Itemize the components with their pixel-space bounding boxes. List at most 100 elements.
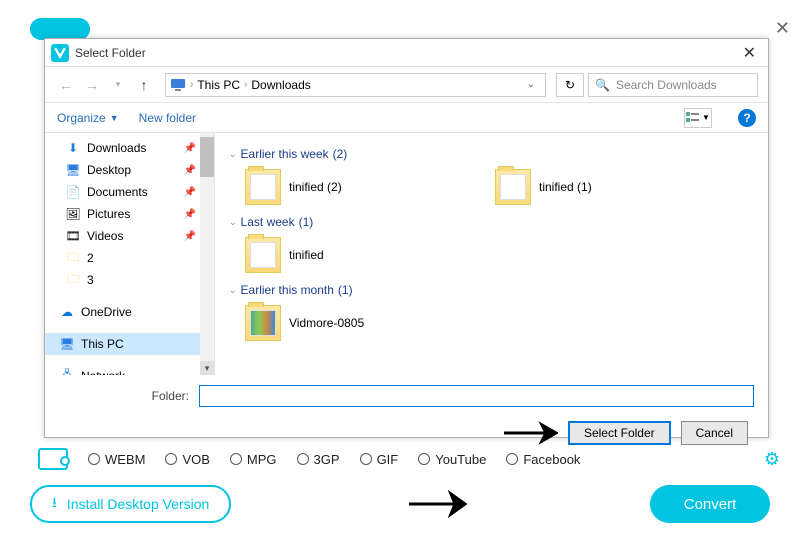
format-gif[interactable]: GIF — [360, 452, 399, 467]
scroll-down-icon[interactable]: ▾ — [200, 361, 214, 375]
format-vob[interactable]: VOB — [165, 452, 209, 467]
format-3gp[interactable]: 3GP — [297, 452, 340, 467]
close-icon[interactable]: ✕ — [737, 43, 762, 63]
organize-dropdown[interactable]: Organize ▼ — [57, 111, 119, 125]
sidebar-item-folder-3[interactable]: 🗀 3 — [45, 269, 214, 291]
select-folder-dialog: Select Folder ✕ ← → ▾ ↑ › This PC › Down… — [44, 38, 769, 438]
folder-icon — [245, 237, 281, 273]
forward-button: → — [81, 74, 103, 96]
format-webm[interactable]: WEBM — [88, 452, 145, 467]
bg-close-icon[interactable]: ✕ — [775, 18, 790, 39]
dialog-footer: Folder: Select Folder Cancel — [45, 375, 768, 455]
recent-dropdown[interactable]: ▾ — [107, 74, 129, 96]
folder-vidmore[interactable]: Vidmore-0805 — [245, 301, 445, 345]
sidebar-item-videos[interactable]: 🎞 Videos 📌 — [45, 225, 214, 247]
folder-icon: 🗀 — [65, 250, 81, 266]
format-mpg[interactable]: MPG — [230, 452, 277, 467]
search-placeholder: Search Downloads — [616, 78, 717, 92]
pin-icon: 📌 — [184, 143, 196, 154]
sidebar-item-this-pc[interactable]: 🖥 This PC — [45, 333, 214, 355]
view-icon — [686, 112, 700, 124]
back-button[interactable]: ← — [55, 74, 77, 96]
sidebar-item-folder-2[interactable]: 🗀 2 — [45, 247, 214, 269]
radio-icon — [230, 453, 242, 465]
folder-content-pane[interactable]: ⌄ Earlier this week (2) tinified (2) tin… — [215, 133, 768, 375]
refresh-button[interactable]: ↻ — [556, 73, 584, 97]
folder-icon — [245, 305, 281, 341]
folder-label: Folder: — [59, 389, 189, 403]
new-folder-button[interactable]: New folder — [139, 111, 196, 125]
breadcrumb[interactable]: › This PC › Downloads ⌄ — [165, 73, 546, 97]
folder-tinified-2[interactable]: tinified (2) — [245, 165, 445, 209]
video-icon: 🎞 — [65, 228, 81, 244]
folder-input[interactable] — [199, 385, 754, 407]
radio-icon — [360, 453, 372, 465]
download-icon: ⭳ — [52, 492, 57, 516]
cancel-button[interactable]: Cancel — [681, 421, 748, 445]
radio-icon — [506, 453, 518, 465]
network-icon: 🖧 — [59, 368, 75, 375]
annotation-arrow — [407, 489, 467, 519]
select-folder-button[interactable]: Select Folder — [568, 421, 671, 445]
breadcrumb-current[interactable]: Downloads — [251, 78, 310, 92]
download-icon: ⬇ — [65, 140, 81, 156]
chevron-down-icon[interactable]: ⌄ — [527, 79, 541, 90]
chevron-down-icon: ⌄ — [229, 149, 237, 160]
chevron-right-icon: › — [244, 79, 247, 90]
chevron-down-icon: ⌄ — [229, 217, 237, 228]
dialog-title: Select Folder — [75, 46, 737, 60]
group-earlier-this-month[interactable]: ⌄ Earlier this month (1) — [229, 283, 754, 297]
format-facebook[interactable]: Facebook — [506, 452, 580, 467]
sidebar-item-documents[interactable]: 📄 Documents 📌 — [45, 181, 214, 203]
document-icon: 📄 — [65, 184, 81, 200]
pin-icon: 📌 — [184, 187, 196, 198]
pc-icon: 🖥 — [59, 336, 75, 352]
folder-tinified[interactable]: tinified — [245, 233, 445, 277]
scrollbar-thumb[interactable] — [200, 137, 214, 177]
pc-icon — [170, 77, 186, 93]
gear-icon[interactable]: ⚙ — [764, 449, 780, 470]
radio-icon — [88, 453, 100, 465]
convert-button[interactable]: Convert — [650, 485, 770, 523]
sidebar-item-onedrive[interactable]: ☁ OneDrive — [45, 301, 214, 323]
sidebar-item-network[interactable]: 🖧 Network — [45, 365, 214, 375]
folder-icon: 🗀 — [65, 272, 81, 288]
format-youtube[interactable]: YouTube — [418, 452, 486, 467]
help-icon[interactable]: ? — [738, 109, 756, 127]
install-desktop-button[interactable]: ⭳ Install Desktop Version — [30, 485, 231, 523]
group-earlier-this-week[interactable]: ⌄ Earlier this week (2) — [229, 147, 754, 161]
bg-partial-button — [30, 18, 90, 40]
pin-icon: 📌 — [184, 165, 196, 176]
video-format-icon — [38, 448, 68, 470]
onedrive-icon: ☁ — [59, 304, 75, 320]
chevron-down-icon: ▼ — [702, 113, 710, 122]
chevron-right-icon: › — [190, 79, 193, 90]
folder-tinified-1[interactable]: tinified (1) — [495, 165, 695, 209]
search-input[interactable]: 🔍 Search Downloads — [588, 73, 758, 97]
group-last-week[interactable]: ⌄ Last week (1) — [229, 215, 754, 229]
pin-icon: 📌 — [184, 209, 196, 220]
sidebar-item-downloads[interactable]: ⬇ Downloads 📌 — [45, 137, 214, 159]
sidebar-scrollbar[interactable]: ▾ — [200, 133, 214, 375]
chevron-down-icon: ⌄ — [229, 285, 237, 296]
titlebar: Select Folder ✕ — [45, 39, 768, 67]
pin-icon: 📌 — [184, 231, 196, 242]
up-button[interactable]: ↑ — [133, 74, 155, 96]
bottom-row: ⭳ Install Desktop Version Convert — [30, 485, 770, 523]
radio-icon — [165, 453, 177, 465]
picture-icon: 🖼 — [65, 206, 81, 222]
folder-icon — [245, 169, 281, 205]
radio-icon — [297, 453, 309, 465]
sidebar-item-pictures[interactable]: 🖼 Pictures 📌 — [45, 203, 214, 225]
chevron-down-icon: ▼ — [110, 113, 119, 123]
desktop-icon: 🖥 — [65, 162, 81, 178]
view-options-button[interactable]: ▼ — [684, 108, 712, 128]
annotation-arrow — [502, 421, 558, 445]
organize-toolbar: Organize ▼ New folder ▼ ? — [45, 103, 768, 133]
sidebar-item-desktop[interactable]: 🖥 Desktop 📌 — [45, 159, 214, 181]
app-logo-icon — [51, 44, 69, 62]
radio-icon — [418, 453, 430, 465]
folder-icon — [495, 169, 531, 205]
breadcrumb-root[interactable]: This PC — [197, 78, 240, 92]
search-icon: 🔍 — [595, 78, 610, 92]
